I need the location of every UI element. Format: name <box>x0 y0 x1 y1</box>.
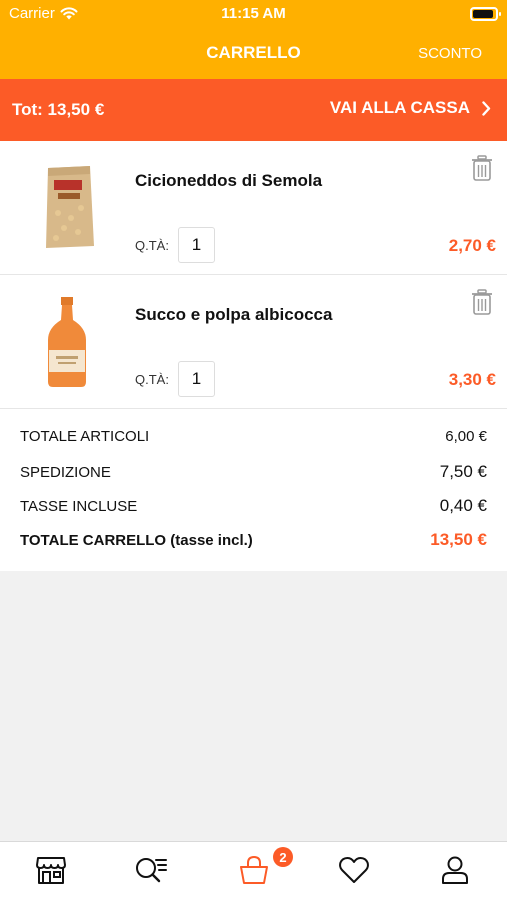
summary-total-value: 13,50 € <box>430 530 487 549</box>
cart-item: Succo e polpa albicocca Q.TÀ: 1 3,30 € <box>0 275 507 409</box>
summary-total-label: TOTALE CARRELLO (tasse incl.) <box>20 531 253 549</box>
tab-favorites[interactable] <box>336 852 372 888</box>
chevron-right-icon <box>482 100 491 116</box>
summary-total-row: TOTALE CARRELLO (tasse incl.) 13,50 € <box>20 530 487 550</box>
tab-store[interactable] <box>33 852 69 888</box>
quantity-input[interactable]: 1 <box>178 227 215 263</box>
heart-icon <box>339 857 369 883</box>
item-price: 2,70 € <box>448 236 496 255</box>
cart-count-badge: 2 <box>273 847 293 867</box>
summary-shipping-value: 7,50 € <box>439 462 487 481</box>
summary-tax-label: TASSE INCLUSE <box>20 497 138 515</box>
tab-search[interactable] <box>133 852 169 888</box>
quantity-label: Q.TÀ: <box>135 372 169 387</box>
summary-tax-value: 0,40 € <box>439 496 487 515</box>
item-price: 3,30 € <box>448 370 496 389</box>
tab-bar: 2 <box>0 841 507 900</box>
product-image <box>16 158 120 258</box>
trash-icon[interactable] <box>471 289 493 315</box>
summary-articles-label: TOTALE ARTICOLI <box>20 428 150 445</box>
item-name: Succo e polpa albicocca <box>135 305 333 324</box>
status-time: 11:15 AM <box>221 5 286 22</box>
search-list-icon <box>136 858 167 883</box>
summary-articles-row: TOTALE ARTICOLI 6,00 € <box>20 428 487 445</box>
shopping-bag-icon <box>240 855 268 884</box>
item-name: Cicioneddos di Semola <box>135 171 323 190</box>
cart-item: Cicioneddos di Semola Q.TÀ: 1 2,70 € <box>0 141 507 275</box>
discount-button[interactable]: SCONTO <box>418 45 482 62</box>
checkout-total: Tot: 13,50 € <box>12 100 105 119</box>
tab-cart[interactable] <box>236 852 272 888</box>
cart-panel: Cicioneddos di Semola Q.TÀ: 1 2,70 € Suc… <box>0 141 507 571</box>
quantity-label: Q.TÀ: <box>135 238 169 253</box>
checkout-bar: Tot: 13,50 € VAI ALLA CASSA <box>0 79 507 141</box>
app-header: Carrier 11:15 AM CARRELLO SCONTO <box>0 0 507 79</box>
battery-icon <box>470 7 501 21</box>
summary-articles-value: 6,00 € <box>445 428 487 445</box>
summary-shipping-label: SPEDIZIONE <box>20 463 111 481</box>
summary-tax-row: TASSE INCLUSE 0,40 € <box>20 496 487 516</box>
product-image <box>16 292 120 392</box>
quantity-input[interactable]: 1 <box>178 361 215 397</box>
summary-shipping-row: SPEDIZIONE 7,50 € <box>20 462 487 482</box>
store-icon <box>36 857 66 884</box>
checkout-button-label: VAI ALLA CASSA <box>329 98 470 117</box>
trash-icon[interactable] <box>471 155 493 181</box>
user-icon <box>442 856 468 884</box>
checkout-button[interactable]: VAI ALLA CASSA <box>330 98 491 118</box>
tab-profile[interactable] <box>437 852 473 888</box>
